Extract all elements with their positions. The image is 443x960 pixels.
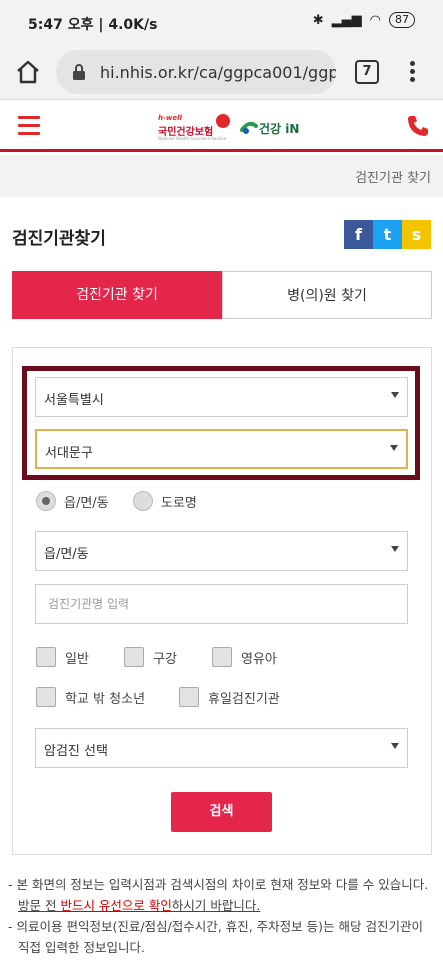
notice-line-1: - 본 화면의 정보는 입력시점과 검색시점의 차이로 현재 정보와 다를 수 … bbox=[8, 877, 429, 913]
chevron-down-icon bbox=[390, 445, 398, 451]
chevron-down-icon bbox=[391, 743, 399, 749]
chevron-down-icon bbox=[391, 392, 399, 398]
status-bar: 5:47 오후 | 4.0K/s ✱ ▂▄▆ ◠ 87 bbox=[0, 0, 443, 44]
tab-checkup-institution[interactable]: 검진기관 찾기 bbox=[12, 271, 222, 319]
notice-line-2: - 의료이용 편익정보(진료/점심/접수시간, 휴진, 주차정보 등)는 해당 … bbox=[8, 919, 423, 955]
share-buttons: f t s bbox=[344, 220, 431, 249]
institution-name-input[interactable]: 검진기관명 입력 bbox=[35, 584, 408, 624]
radio-dong-circle[interactable] bbox=[36, 491, 56, 511]
checkbox-oral-box[interactable] bbox=[124, 647, 144, 667]
notice-text: - 본 화면의 정보는 입력시점과 검색시점의 차이로 현재 정보와 다를 수 … bbox=[8, 874, 438, 958]
browser-toolbar: hi.nhis.or.kr/ca/ggpca001/ggpca 7 bbox=[0, 44, 443, 100]
facebook-share-icon[interactable]: f bbox=[344, 220, 373, 249]
breadcrumb: 검진기관 찾기 bbox=[0, 155, 443, 197]
lock-icon bbox=[73, 64, 85, 80]
radio-dong-label: 읍/면/동 bbox=[64, 495, 109, 511]
bluetooth-icon: ✱ bbox=[312, 12, 324, 28]
signal-icon: ▂▄▆ bbox=[331, 12, 362, 28]
tab-switcher-button[interactable]: 7 bbox=[355, 60, 379, 84]
checkbox-out-of-school-youth[interactable]: 학교 밖 청소년 bbox=[36, 687, 145, 707]
radio-road[interactable]: 도로명 bbox=[133, 491, 197, 511]
chevron-down-icon bbox=[391, 546, 399, 552]
checkbox-general[interactable]: 일반 bbox=[36, 647, 89, 667]
status-time: 5:47 오후 | 4.0K/s bbox=[28, 17, 158, 33]
logo-gangin-text: 건강 iN bbox=[259, 122, 300, 136]
gangin-logo-icon bbox=[240, 121, 258, 134]
radio-dong[interactable]: 읍/면/동 bbox=[36, 491, 109, 511]
sigungu-select[interactable]: 서대문구 bbox=[35, 429, 408, 469]
more-menu-icon[interactable] bbox=[404, 58, 420, 86]
battery-icon: 87 bbox=[389, 12, 415, 28]
checkbox-general-box[interactable] bbox=[36, 647, 56, 667]
wifi-icon: ◠ bbox=[369, 12, 381, 28]
phone-icon[interactable] bbox=[406, 114, 430, 138]
status-icons: ✱ ▂▄▆ ◠ 87 bbox=[313, 12, 415, 28]
tab-hospital[interactable]: 병(의)원 찾기 bbox=[222, 271, 432, 319]
breadcrumb-current[interactable]: 검진기관 찾기 bbox=[355, 167, 431, 186]
logo-hwell-text: h-well bbox=[158, 114, 182, 122]
logo-sub-text: National Health Insurance Service bbox=[158, 136, 227, 141]
site-logo[interactable]: h-well 국민건강보험 National Health Insurance … bbox=[156, 110, 306, 144]
url-text: hi.nhis.or.kr/ca/ggpca001/ggpca bbox=[100, 63, 336, 82]
site-header: h-well 국민건강보험 National Health Insurance … bbox=[0, 100, 443, 152]
cancer-checkup-select[interactable]: 암검진 선택 bbox=[35, 728, 408, 768]
search-button[interactable]: 검색 bbox=[171, 792, 272, 832]
logo-heart-icon bbox=[216, 114, 230, 128]
checkbox-holiday-box[interactable] bbox=[179, 687, 199, 707]
dong-select[interactable]: 읍/면/동 bbox=[35, 531, 408, 571]
checkbox-out-of-school-youth-box[interactable] bbox=[36, 687, 56, 707]
home-icon[interactable] bbox=[14, 58, 42, 86]
radio-road-label: 도로명 bbox=[161, 495, 197, 511]
hamburger-menu-icon[interactable] bbox=[18, 116, 40, 136]
page-title: 검진기관찾기 bbox=[12, 229, 106, 249]
sido-select[interactable]: 서울특별시 bbox=[35, 377, 408, 417]
twitter-share-icon[interactable]: t bbox=[373, 220, 402, 249]
address-bar[interactable]: hi.nhis.or.kr/ca/ggpca001/ggpca bbox=[56, 50, 336, 94]
checkbox-infant[interactable]: 영유아 bbox=[212, 647, 277, 667]
kakaostory-share-icon[interactable]: s bbox=[402, 220, 431, 249]
checkbox-oral[interactable]: 구강 bbox=[124, 647, 177, 667]
radio-road-circle[interactable] bbox=[133, 491, 153, 511]
checkbox-infant-box[interactable] bbox=[212, 647, 232, 667]
checkbox-holiday[interactable]: 휴일검진기관 bbox=[179, 687, 280, 707]
